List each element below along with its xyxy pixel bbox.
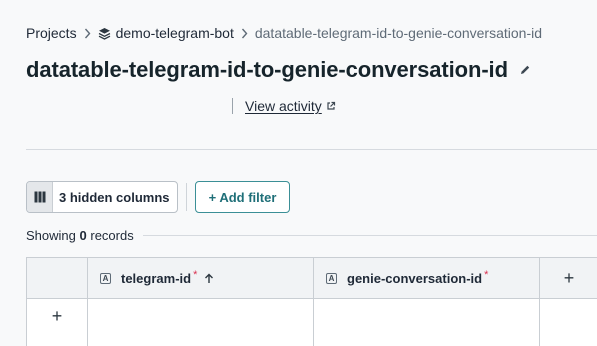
vertical-divider bbox=[232, 98, 233, 114]
text-type-icon: A bbox=[100, 272, 111, 284]
row-index-header bbox=[27, 258, 88, 298]
table-cell[interactable] bbox=[88, 299, 314, 346]
required-marker: * bbox=[193, 269, 198, 281]
column-name: telegram-id bbox=[121, 270, 192, 286]
pencil-icon[interactable] bbox=[519, 64, 531, 76]
section-divider bbox=[26, 149, 597, 150]
page-title: datatable-telegram-id-to-genie-conversat… bbox=[26, 57, 508, 82]
records-count: Showing 0 records bbox=[26, 228, 134, 243]
title-row: datatable-telegram-id-to-genie-conversat… bbox=[26, 55, 531, 85]
records-prefix: Showing bbox=[26, 228, 76, 243]
breadcrumb-projects[interactable]: Projects bbox=[26, 25, 77, 41]
external-link-icon bbox=[326, 101, 336, 111]
plus-icon: + bbox=[51, 306, 63, 326]
add-column-button[interactable]: + bbox=[540, 258, 597, 298]
add-filter-button[interactable]: + Add filter bbox=[195, 181, 290, 213]
text-type-icon: A bbox=[326, 272, 337, 284]
view-activity-link[interactable]: View activity bbox=[245, 98, 322, 114]
toolbar-divider bbox=[186, 183, 187, 211]
column-header-telegram-id[interactable]: A telegram-id * bbox=[88, 258, 314, 298]
breadcrumb: Projects demo-telegram-bot datatable-tel… bbox=[26, 24, 542, 42]
hidden-columns-label: 3 hidden columns bbox=[59, 189, 170, 205]
add-row-button[interactable]: + bbox=[27, 299, 88, 346]
column-header-genie-conversation-id[interactable]: A genie-conversation-id * bbox=[314, 258, 540, 298]
data-table: A telegram-id * A genie-conversation-id … bbox=[26, 257, 597, 346]
required-marker: * bbox=[484, 269, 489, 281]
records-suffix: records bbox=[90, 228, 134, 243]
column-name: genie-conversation-id bbox=[347, 270, 483, 286]
activity-row: View activity bbox=[232, 96, 336, 116]
records-count-value: 0 bbox=[79, 228, 87, 243]
table-header: A telegram-id * A genie-conversation-id … bbox=[27, 258, 597, 299]
records-divider bbox=[143, 235, 597, 236]
plus-icon: + bbox=[563, 268, 575, 288]
table-row: + bbox=[27, 299, 597, 346]
layers-icon bbox=[98, 27, 111, 40]
hidden-columns-button[interactable]: 3 hidden columns bbox=[26, 181, 178, 213]
breadcrumb-project[interactable]: demo-telegram-bot bbox=[116, 25, 234, 41]
table-cell[interactable] bbox=[314, 299, 540, 346]
chevron-right-icon bbox=[241, 28, 248, 39]
chevron-right-icon bbox=[84, 28, 91, 39]
columns-icon bbox=[27, 182, 53, 212]
breadcrumb-current: datatable-telegram-id-to-genie-conversat… bbox=[254, 25, 543, 41]
datatable-page: Projects demo-telegram-bot datatable-tel… bbox=[0, 0, 597, 346]
arrow-up-icon[interactable] bbox=[204, 273, 214, 284]
